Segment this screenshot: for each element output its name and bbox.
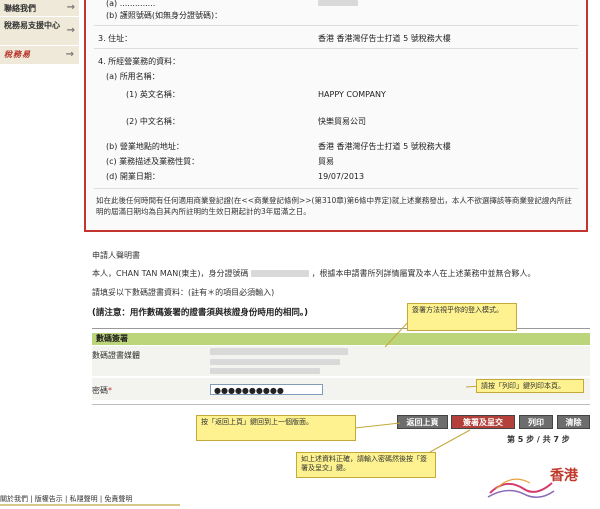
brand-hong-kong-logo: 香港 — [486, 465, 590, 501]
logo-text: 香港 — [550, 468, 578, 484]
footer-bar — [0, 504, 180, 506]
callout-back: 按「返回上頁」鍵回到上一個版面。 — [196, 415, 356, 441]
dragon-logo-icon — [487, 478, 555, 498]
callout-submit: 如上述資料正確，請輸入密碼然後按「簽署及呈交」鍵。 — [296, 452, 436, 478]
footer-links[interactable]: 關於我們 | 版權告示 | 私隱聲明 | 免責聲明 — [0, 494, 132, 504]
callout-sign-method: 簽署方法視乎你的登入模式。 — [407, 303, 517, 331]
callout-print: 請按「列印」鍵列印本頁。 — [476, 379, 584, 393]
